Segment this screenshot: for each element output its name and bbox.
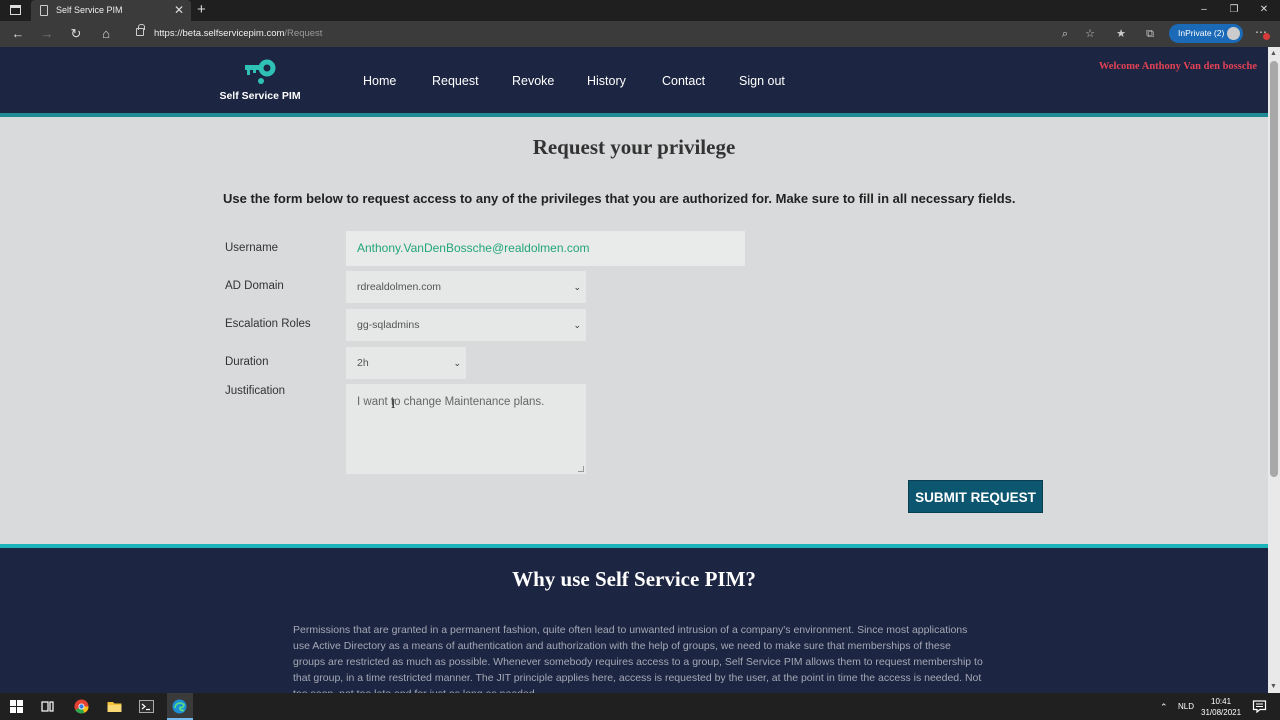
ad-domain-value: rdrealdolmen.com [357,281,442,293]
edge-icon [172,699,187,714]
justification-textarea[interactable]: I want to change Maintenance plans. [346,384,586,474]
justification-value: I want to change Maintenance plans. [357,396,545,408]
inprivate-label: InPrivate (2) [1178,28,1225,38]
add-favorite-icon[interactable]: ☆ [1082,26,1098,42]
page-scrollbar[interactable]: ▲ ▼ [1268,47,1280,693]
home-icon[interactable]: ⌂ [97,25,115,43]
notification-badge [1263,33,1270,40]
why-section: Why use Self Service PIM? Permissions th… [0,544,1268,693]
refresh-icon[interactable]: ↻ [67,25,85,43]
site-header: Self Service PIM Home Request Revoke His… [0,47,1268,117]
page-icon [40,5,48,16]
page-viewport: Self Service PIM Home Request Revoke His… [0,47,1268,693]
browser-tab[interactable]: Self Service PIM ✕ [31,0,191,21]
ad-domain-label: AD Domain [225,280,284,292]
forward-arrow-icon[interactable]: → [38,25,56,43]
nav-contact[interactable]: Contact [662,74,705,88]
url-host: https://beta.selfservicepim.com [154,28,285,39]
tab-title: Self Service PIM [56,5,123,15]
why-title: Why use Self Service PIM? [512,567,756,591]
avatar [1227,27,1240,40]
escalation-roles-value: gg-sqladmins [357,319,420,331]
close-window-button[interactable]: ✕ [1249,0,1279,21]
url-path: /Request [284,28,323,39]
username-field[interactable]: Anthony.VanDenBossche@realdolmen.com [346,231,745,266]
nav-request[interactable]: Request [432,74,479,88]
scroll-up-icon[interactable]: ▲ [1270,50,1277,57]
taskbar: ⌃ NLD 10:41 31/08/2021 [0,693,1280,720]
url-field[interactable]: https://beta.selfservicepim.com/Request [154,28,322,39]
task-view-icon[interactable] [39,698,56,715]
justification-label: Justification [225,385,286,397]
chrome-icon[interactable] [73,698,90,715]
nav-revoke[interactable]: Revoke [512,74,554,88]
address-bar: ← → ↻ ⌂ https://beta.selfservicepim.com/… [0,21,1280,47]
terminal-icon[interactable] [138,698,155,715]
logo-text[interactable]: Self Service PIM [210,90,310,102]
back-arrow-icon[interactable]: ← [9,25,27,43]
welcome-message: Welcome Anthony Van den bossche [1098,61,1257,72]
browser-tab-bar: Self Service PIM ✕ + – ❐ ✕ [0,0,1280,21]
scroll-thumb[interactable] [1270,61,1278,477]
page-title: Request your privilege [532,135,736,159]
file-explorer-icon[interactable] [106,698,123,715]
chevron-down-icon: ⌄ [573,282,581,292]
edge-taskbar-button[interactable] [167,693,193,720]
key-logo-icon[interactable] [243,57,279,87]
duration-label: Duration [225,356,269,368]
inprivate-badge[interactable]: InPrivate (2) [1169,24,1243,43]
new-tab-button[interactable]: + [197,0,206,20]
resize-handle-icon[interactable] [578,466,584,472]
why-text: Permissions that are granted in a perman… [293,624,983,693]
submit-request-button[interactable]: SUBMIT REQUEST [908,480,1043,513]
chevron-down-icon: ⌄ [453,358,461,368]
text-cursor-icon: I [391,396,396,411]
collections-icon[interactable]: ⧉ [1142,26,1158,42]
windows-start-icon[interactable] [8,698,25,715]
chevron-down-icon: ⌄ [573,320,581,330]
zoom-icon[interactable]: ⌕ [1057,26,1073,42]
username-label: Username [225,242,279,254]
favorites-icon[interactable]: ★ [1113,26,1129,42]
nav-history[interactable]: History [587,74,626,88]
duration-select[interactable]: 2h ⌄ [346,347,466,379]
nav-home[interactable]: Home [363,74,396,88]
minimize-button[interactable]: – [1189,0,1219,21]
form-intro: Use the form below to request access to … [223,191,1016,206]
clock-time[interactable]: 10:41 [1211,697,1231,706]
tab-actions-icon[interactable] [10,5,21,15]
language-indicator[interactable]: NLD [1178,702,1194,711]
nav-sign-out[interactable]: Sign out [739,74,785,88]
tab-close-icon[interactable]: ✕ [174,0,184,21]
lock-icon[interactable] [136,24,145,36]
duration-value: 2h [357,357,369,369]
escalation-roles-label: Escalation Roles [225,318,311,330]
clock-date[interactable]: 31/08/2021 [1201,708,1241,717]
restore-button[interactable]: ❐ [1219,0,1249,21]
tray-chevron-up-icon[interactable]: ⌃ [1160,702,1168,713]
escalation-roles-select[interactable]: gg-sqladmins ⌄ [346,309,586,341]
ad-domain-select[interactable]: rdrealdolmen.com ⌄ [346,271,586,303]
scroll-down-icon[interactable]: ▼ [1270,683,1277,690]
notification-center-icon[interactable] [1251,698,1268,715]
